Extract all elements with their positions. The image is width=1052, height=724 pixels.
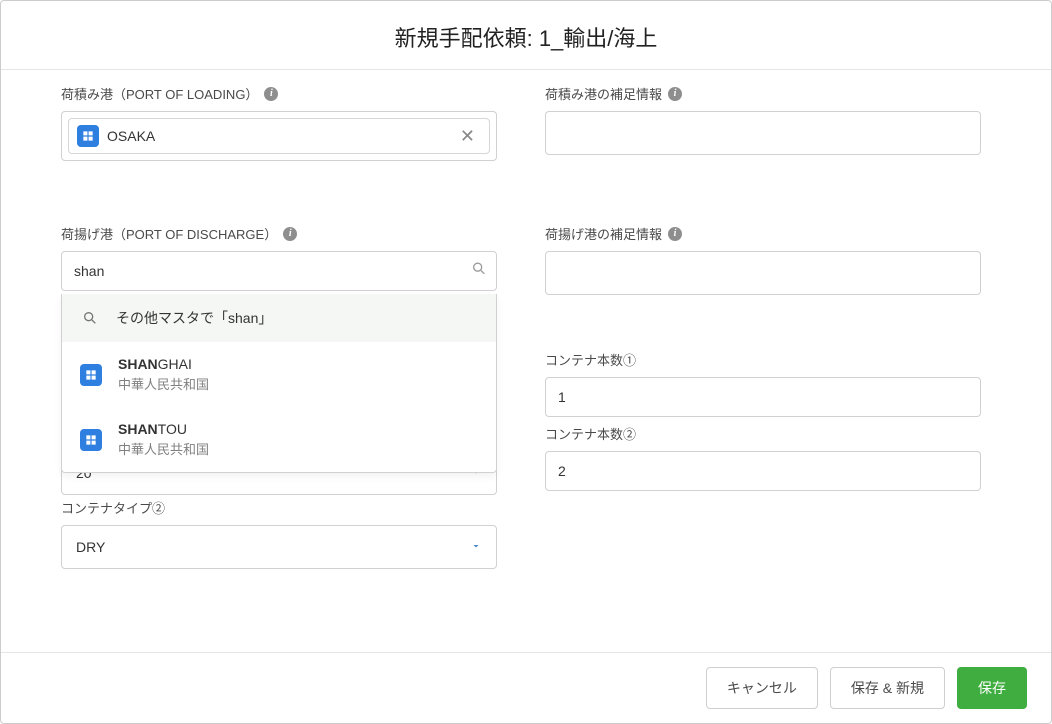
dropdown-option-label: SHANGHAI [118,356,209,372]
dropdown-option-sub: 中華人民共和国 [118,374,209,393]
container-type2-select[interactable]: DRY [61,525,497,569]
pol-selected-text: OSAKA [107,128,155,144]
save-button[interactable]: 保存 [957,667,1027,709]
modal-header: 新規手配依頼: 1_輸出/海上 [1,1,1051,70]
save-and-new-button[interactable]: 保存 & 新規 [830,667,945,709]
cancel-button[interactable]: キャンセル [706,667,818,709]
field-pol-supp: 荷積み港の補足情報 i [545,84,981,224]
pod-supp-input[interactable] [545,251,981,295]
port-icon [80,429,102,451]
modal-body[interactable]: 荷積み港（PORT OF LOADING） i OSAKA ✕ [1,70,1051,652]
dropdown-option-label: SHANTOU [118,421,209,437]
label-type2: コンテナタイプ② [61,498,497,517]
dropdown-option[interactable]: SHANGHAI 中華人民共和国 [62,342,496,407]
label-pod-supp: 荷揚げ港の補足情報 i [545,224,981,243]
port-icon [77,125,99,147]
search-icon [471,261,487,282]
field-pod: 荷揚げ港（PORT OF DISCHARGE） i その [61,224,497,350]
field-container-type2: コンテナタイプ② DRY [61,498,497,572]
chevron-down-icon [470,539,482,555]
pod-search-input[interactable] [61,251,497,291]
label-qty1: コンテナ本数① [545,350,981,369]
dropdown-option-sub: 中華人民共和国 [118,439,209,458]
info-icon[interactable]: i [264,87,278,101]
field-container-qty1: コンテナ本数① [545,350,981,424]
modal-frame: 新規手配依頼: 1_輸出/海上 荷積み港（PORT OF LOADING） i … [0,0,1052,724]
pod-dropdown: その他マスタで「shan」 SHANGHAI 中華人民共和国 [61,294,497,473]
close-icon[interactable]: ✕ [456,126,479,147]
field-container-qty2: コンテナ本数② [545,424,981,498]
container-qty1-input[interactable] [545,377,981,417]
container-type2-value: DRY [76,539,105,555]
pol-supp-input[interactable] [545,111,981,155]
dropdown-option[interactable]: SHANTOU 中華人民共和国 [62,407,496,472]
label-pol: 荷積み港（PORT OF LOADING） i [61,84,497,103]
field-pod-supp: 荷揚げ港の補足情報 i [545,224,981,350]
search-icon [80,310,100,326]
pol-selected-pill: OSAKA ✕ [68,118,490,154]
dropdown-master-label: その他マスタで「shan」 [116,308,272,328]
label-qty2: コンテナ本数② [545,424,981,443]
label-pol-supp: 荷積み港の補足情報 i [545,84,981,103]
info-icon[interactable]: i [668,227,682,241]
dropdown-master-search[interactable]: その他マスタで「shan」 [62,294,496,342]
container-qty2-input[interactable] [545,451,981,491]
info-icon[interactable]: i [283,227,297,241]
modal-title: 新規手配依頼: 1_輸出/海上 [11,21,1041,53]
info-icon[interactable]: i [668,87,682,101]
port-icon [80,364,102,386]
field-pol: 荷積み港（PORT OF LOADING） i OSAKA ✕ [61,84,497,224]
label-pod: 荷揚げ港（PORT OF DISCHARGE） i [61,224,497,243]
modal-footer: キャンセル 保存 & 新規 保存 [1,652,1051,723]
pol-input[interactable]: OSAKA ✕ [61,111,497,161]
